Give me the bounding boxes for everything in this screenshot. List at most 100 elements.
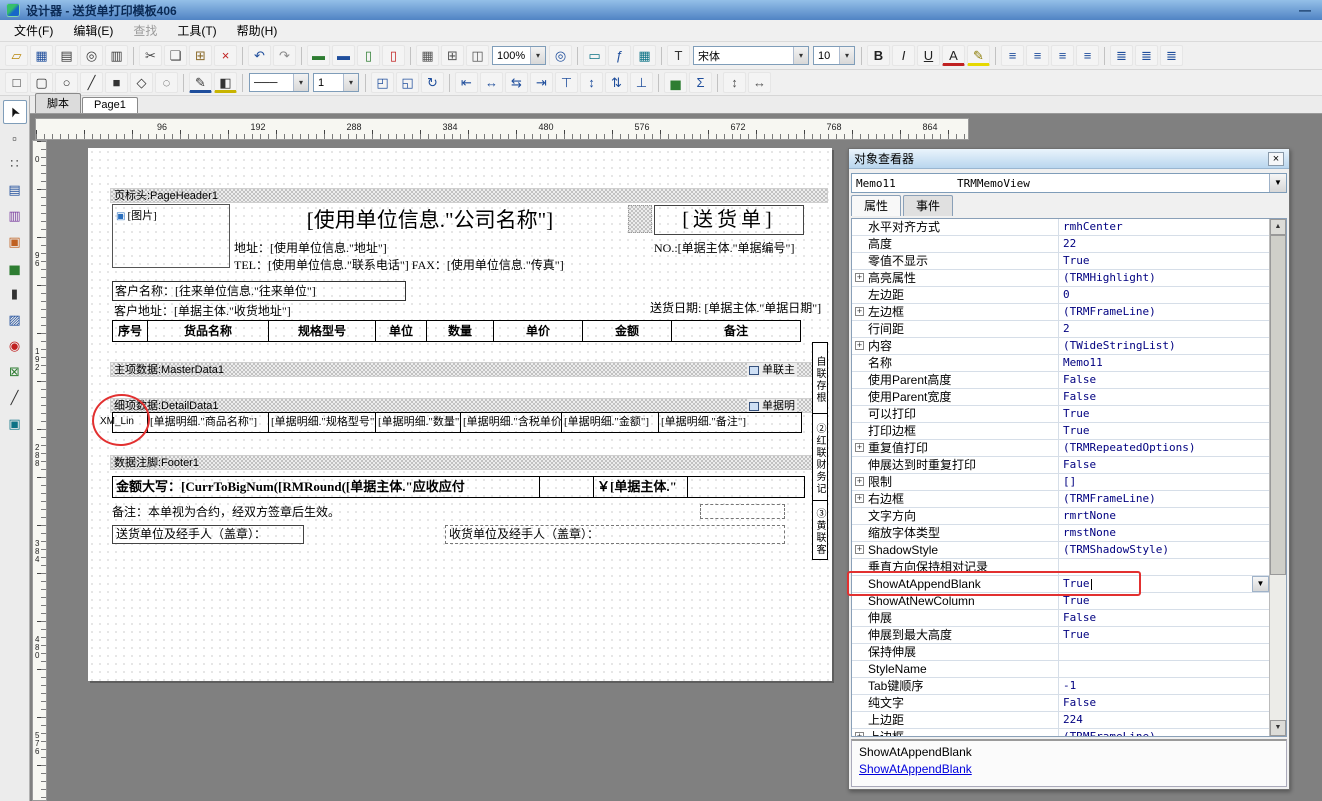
inspector-titlebar[interactable]: 对象查看器 × — [849, 149, 1289, 169]
expand-icon[interactable]: + — [855, 273, 864, 282]
add-page-icon[interactable]: ▯ — [357, 45, 380, 66]
cut-icon[interactable]: ✂ — [139, 45, 162, 66]
same-height-icon[interactable]: ↕ — [723, 72, 746, 93]
property-row[interactable]: 名称Memo11 — [852, 355, 1269, 372]
send-to-back-icon[interactable]: ◱ — [396, 72, 419, 93]
customer-address-memo[interactable]: 客户地址：[单据主体."收货地址"] — [112, 302, 406, 319]
property-value[interactable]: rmrtNone — [1059, 508, 1269, 524]
space-vertically-icon[interactable]: ⇅ — [605, 72, 628, 93]
italic-icon[interactable]: I — [892, 45, 915, 66]
line-style-combo-arrow-icon[interactable]: ▾ — [293, 74, 308, 91]
save-icon[interactable]: ▦ — [30, 45, 53, 66]
property-row[interactable]: +限制[] — [852, 474, 1269, 491]
property-value[interactable] — [1059, 661, 1269, 677]
sender-signature-memo[interactable]: 送货单位及经手人（盖章）： — [112, 525, 304, 544]
amount-cell[interactable]: ￥[单据主体." — [593, 476, 688, 498]
object-selector[interactable]: Memo11 TRMMemoView ▼ — [851, 173, 1287, 193]
align-middle-icon[interactable]: ≣ — [1135, 45, 1158, 66]
property-row[interactable]: 上边距224 — [852, 712, 1269, 729]
property-value[interactable]: (TRMFrameLine) — [1059, 304, 1269, 320]
table-header-cell[interactable]: 单价 — [493, 320, 583, 342]
expression-icon[interactable]: ƒ — [608, 45, 631, 66]
picture-placeholder[interactable]: ▣[图片] — [112, 204, 230, 268]
redo-icon[interactable]: ↷ — [273, 45, 296, 66]
expand-icon[interactable]: + — [855, 443, 864, 452]
align-v-centers-icon[interactable]: ↕ — [580, 72, 603, 93]
selection-dashed-box[interactable] — [700, 504, 785, 519]
align-center-icon[interactable]: ≡ — [1026, 45, 1049, 66]
line-color-icon[interactable]: ✎ — [189, 72, 212, 93]
align-left-icon[interactable]: ≡ — [1001, 45, 1024, 66]
line-width-combo[interactable]: 1▾ — [313, 73, 359, 92]
expand-icon[interactable]: + — [855, 341, 864, 350]
property-row[interactable]: +高亮属性(TRMHighlight) — [852, 270, 1269, 287]
preview-icon[interactable]: ▭ — [583, 45, 606, 66]
detail-field-cell[interactable]: [单据明细."数量"] — [375, 412, 461, 433]
same-width-icon[interactable]: ↔ — [748, 72, 771, 93]
horizontal-ruler[interactable]: 96192288384480576672768864 — [35, 118, 969, 140]
property-value[interactable]: False — [1059, 372, 1269, 388]
align-justify-icon[interactable]: ≡ — [1076, 45, 1099, 66]
property-value[interactable]: True — [1059, 406, 1269, 422]
page-columns-icon[interactable]: ◫ — [466, 45, 489, 66]
delete-icon[interactable]: × — [214, 45, 237, 66]
align-h-centers-icon[interactable]: ↔ — [480, 72, 503, 93]
band-detaildata[interactable]: 细项数据:DetailData1 单据明 — [110, 398, 828, 413]
table-header-cell[interactable]: 单位 — [375, 320, 427, 342]
grid-dots-tool[interactable]: ∷ — [3, 152, 27, 176]
expand-icon[interactable]: + — [855, 307, 864, 316]
font-color-icon[interactable]: A — [942, 45, 965, 66]
zoom-combo-arrow-icon[interactable]: ▾ — [530, 47, 545, 64]
property-value[interactable]: 22 — [1059, 236, 1269, 252]
property-row[interactable]: 伸展到最大高度True — [852, 627, 1269, 644]
customer-name-memo[interactable]: 客户名称：[往来单位信息."往来单位"] — [112, 281, 406, 301]
band-pageheader[interactable]: 页标头:PageHeader1 — [110, 188, 828, 203]
freeform-tool-icon[interactable]: ◌ — [155, 72, 178, 93]
property-row[interactable]: 使用Parent高度False — [852, 372, 1269, 389]
align-bottom-edges-icon[interactable]: ⊥ — [630, 72, 653, 93]
property-value[interactable]: False — [1059, 610, 1269, 626]
menu-item-find[interactable]: 查找 — [123, 19, 167, 42]
underline-icon[interactable]: U — [917, 45, 940, 66]
space-horizontally-icon[interactable]: ⇆ — [505, 72, 528, 93]
title-bar[interactable]: 设计器 - 送货单打印模板406 — — [0, 0, 1322, 20]
diamond-tool-icon[interactable]: ◇ — [130, 72, 153, 93]
table-header-cell[interactable]: 数量 — [426, 320, 494, 342]
property-value[interactable]: [] — [1059, 474, 1269, 490]
table-header-cell[interactable]: 金额 — [582, 320, 672, 342]
band-footer[interactable]: 数据注脚:Footer1 — [110, 455, 828, 470]
property-row[interactable]: Tab键顺序-1 — [852, 678, 1269, 695]
insert-table-icon[interactable]: ▦ — [633, 45, 656, 66]
bring-to-front-icon[interactable]: ◰ — [371, 72, 394, 93]
property-value[interactable]: (TRMFrameLine) — [1059, 491, 1269, 507]
line-tool-icon[interactable]: ╱ — [80, 72, 103, 93]
align-right-icon[interactable]: ≡ — [1051, 45, 1074, 66]
property-value[interactable]: False — [1059, 389, 1269, 405]
property-value[interactable]: (TRMRepeatedOptions) — [1059, 440, 1269, 456]
print-icon[interactable]: ▤ — [55, 45, 78, 66]
copy-strip-2[interactable]: ②红联财务记账 — [812, 413, 828, 501]
property-row[interactable]: +右边框(TRMFrameLine) — [852, 491, 1269, 508]
align-bottom-icon[interactable]: ≣ — [1160, 45, 1183, 66]
align-right-edges-icon[interactable]: ⇥ — [530, 72, 553, 93]
property-value[interactable]: (TRMFrameLine) — [1059, 729, 1269, 736]
report-page[interactable]: 页标头:PageHeader1 ▣[图片] [使用单位信息."公司名称"] [送… — [88, 148, 832, 681]
property-value[interactable]: 0 — [1059, 287, 1269, 303]
detail-field-cell[interactable]: [单据明细."含税单价"] — [460, 412, 562, 433]
help-property-link[interactable]: ShowAtAppendBlank — [859, 762, 1279, 776]
print-preview-icon[interactable]: ◎ — [80, 45, 103, 66]
checkbox-tool[interactable]: ⊠ — [3, 360, 27, 384]
menu-item-edit[interactable]: 编辑(E) — [63, 19, 123, 42]
barcode-tool[interactable]: ▮ — [3, 282, 27, 306]
richtext-tool[interactable]: ▥ — [3, 204, 27, 228]
property-row[interactable]: 伸展False — [852, 610, 1269, 627]
delivery-date-memo[interactable]: 送货日期: [单据主体."单据日期"] — [650, 299, 830, 316]
close-icon[interactable]: × — [1268, 152, 1284, 166]
property-row[interactable]: 纯文字False — [852, 695, 1269, 712]
property-value[interactable]: True — [1059, 627, 1269, 643]
expand-icon[interactable]: + — [855, 494, 864, 503]
font-size-combo-arrow-icon[interactable]: ▾ — [839, 47, 854, 64]
dbfield-tool[interactable]: ▣ — [3, 412, 27, 436]
property-row[interactable]: 水平对齐方式rmhCenter — [852, 219, 1269, 236]
property-row[interactable]: 零值不显示True — [852, 253, 1269, 270]
